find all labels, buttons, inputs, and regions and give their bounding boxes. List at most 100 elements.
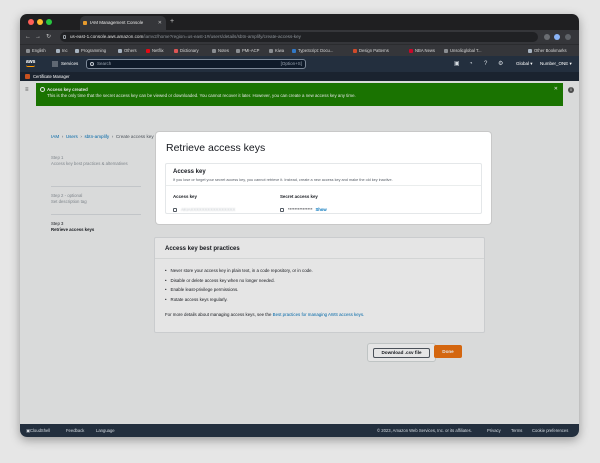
cloudshell-link[interactable]: ▣ CloudShell: [26, 424, 50, 437]
bookmark-item[interactable]: Unsolicglobal T...: [444, 46, 482, 56]
folder-icon: [75, 48, 79, 53]
forward-arrow-icon[interactable]: →: [35, 32, 41, 42]
breadcrumb-users[interactable]: Users: [66, 134, 78, 139]
bookmark-item[interactable]: Programming: [75, 46, 106, 56]
search-placeholder: Search: [97, 61, 112, 66]
list-item: Enable least-privilege permissions.: [165, 285, 313, 295]
show-secret-link[interactable]: Show: [315, 207, 326, 212]
access-key-card-title: Access key: [173, 169, 206, 175]
best-practices-title: Access key best practices: [165, 246, 240, 252]
folder-icon: [528, 48, 532, 53]
wizard-step-2[interactable]: Step 2 - optional Set description tag: [51, 193, 87, 205]
browser-menu-icon[interactable]: [565, 34, 571, 40]
breadcrumb-user[interactable]: sbtn-amplify: [84, 134, 109, 139]
help-icon[interactable]: ?: [484, 56, 487, 72]
typescript-icon: [292, 48, 296, 53]
favorites-bar: Certificate Manager: [20, 72, 579, 81]
browser-tab[interactable]: IAM Management Console ✕: [80, 16, 166, 30]
favorite-certificate-manager[interactable]: Certificate Manager: [33, 72, 70, 81]
bookmark-item[interactable]: Dictionary: [174, 46, 199, 56]
aws-favicon-icon: [83, 21, 87, 25]
flash-message: This is the only time that the secret ac…: [47, 93, 356, 98]
aws-logo[interactable]: aws: [26, 59, 35, 67]
bookmark-item[interactable]: Notes: [212, 46, 229, 56]
services-menu[interactable]: Services: [61, 56, 78, 72]
address-bar[interactable]: us-east-1.console.aws.amazon.com/iamv2/h…: [60, 32, 538, 42]
access-key-header: Access key: [173, 194, 197, 199]
minimize-window-icon[interactable]: [37, 19, 43, 25]
other-bookmarks[interactable]: Other Bookmarks: [528, 46, 567, 56]
aws-top-nav: aws Services Search [Option+S] ▣ ◔ ? ⚙ G…: [20, 56, 579, 72]
bookmark-item[interactable]: English: [26, 46, 46, 56]
list-item: Never store your access key in plain tex…: [165, 266, 313, 276]
notes-icon: [212, 48, 216, 53]
design-patterns-icon: [353, 48, 357, 53]
access-key-value-row: AKIAXXXXXXXXXXXXXXXX: [173, 207, 235, 212]
secret-key-value-row: *************** Show: [280, 207, 327, 212]
back-arrow-icon[interactable]: ←: [25, 32, 31, 42]
folder-icon: [118, 48, 122, 53]
list-item: Rotate access keys regularly.: [165, 295, 313, 305]
best-practices-more: For more details about managing access k…: [165, 312, 364, 317]
bookmark-item[interactable]: NBA News: [409, 46, 435, 56]
account-menu[interactable]: Number_ONE ▾: [540, 56, 572, 72]
copy-icon[interactable]: [173, 207, 177, 212]
close-icon[interactable]: ✕: [554, 86, 558, 92]
bookmark-item[interactable]: TypeScript: Docu...: [292, 46, 333, 56]
aws-smile-icon: [26, 65, 35, 67]
new-tab-icon[interactable]: +: [170, 17, 174, 27]
bookmark-item[interactable]: Others: [118, 46, 137, 56]
info-panel-icon[interactable]: i: [568, 87, 574, 93]
access-key-card: Access key If you lose or forget your se…: [165, 163, 482, 214]
bookmark-item[interactable]: Netflix: [146, 46, 164, 56]
sidebar-toggle-icon[interactable]: ≡: [25, 87, 29, 93]
certificate-manager-icon: [25, 74, 30, 79]
extension-icon[interactable]: [544, 34, 550, 40]
done-button[interactable]: Done: [434, 345, 462, 358]
tab-bar: IAM Management Console ✕ +: [20, 14, 579, 30]
best-practices-link[interactable]: Best practices for managing AWS access k…: [273, 312, 365, 317]
close-tab-icon[interactable]: ✕: [158, 16, 162, 30]
console-search-input[interactable]: Search [Option+S]: [86, 59, 306, 69]
best-practices-list: Never store your access key in plain tex…: [165, 266, 313, 305]
step-divider: [51, 186, 141, 187]
language-link[interactable]: Language: [96, 424, 115, 437]
reload-icon[interactable]: ↻: [46, 32, 51, 42]
settings-gear-icon[interactable]: ⚙: [498, 56, 503, 72]
step-label: Access key best practices & alternatives: [51, 161, 128, 166]
step-label: Retrieve access keys: [51, 227, 95, 232]
netflix-icon: [146, 48, 150, 53]
search-icon: [90, 62, 94, 66]
more-text: For more details about managing access k…: [165, 312, 272, 317]
close-window-icon[interactable]: [28, 19, 34, 25]
bookmark-item[interactable]: PMI-ACP: [236, 46, 259, 56]
cloudshell-icon[interactable]: ▣: [454, 56, 460, 72]
cookie-preferences-link[interactable]: Cookie preferences: [532, 424, 568, 437]
retrieve-keys-panel: Retrieve access keys Access key If you l…: [156, 132, 491, 224]
bookmark-icon: [236, 48, 240, 53]
notifications-bell-icon[interactable]: ◔: [469, 56, 473, 72]
region-selector[interactable]: Global ▾: [516, 56, 533, 72]
bookmark-item[interactable]: Kiwa: [269, 46, 284, 56]
bookmark-icon: [444, 48, 448, 53]
best-practices-card: Access key best practices Never store yo…: [154, 237, 485, 333]
profile-avatar-icon[interactable]: [554, 34, 560, 40]
wizard-step-3: Step 3 Retrieve access keys: [51, 221, 94, 233]
bookmark-item[interactable]: Design Patterns: [353, 46, 389, 56]
bookmark-item[interactable]: Inc: [56, 46, 68, 56]
list-item: Disable or delete access key when no lon…: [165, 276, 313, 286]
copy-icon[interactable]: [280, 207, 284, 212]
access-key-card-desc: If you lose or forget your secret access…: [173, 178, 393, 182]
folder-icon: [56, 48, 60, 53]
terms-link[interactable]: Terms: [511, 424, 522, 437]
services-grid-icon[interactable]: [52, 61, 58, 67]
maximize-window-icon[interactable]: [46, 19, 52, 25]
wizard-step-1[interactable]: Step 1 Access key best practices & alter…: [51, 155, 128, 167]
breadcrumb-current: Create access key: [115, 134, 154, 139]
breadcrumb-iam[interactable]: IAM: [51, 134, 59, 139]
download-csv-button[interactable]: Download .csv file: [373, 348, 430, 358]
download-highlight: Download .csv file: [367, 343, 436, 362]
bookmark-icon: [26, 48, 30, 53]
feedback-link[interactable]: Feedback: [66, 424, 84, 437]
privacy-link[interactable]: Privacy: [487, 424, 501, 437]
